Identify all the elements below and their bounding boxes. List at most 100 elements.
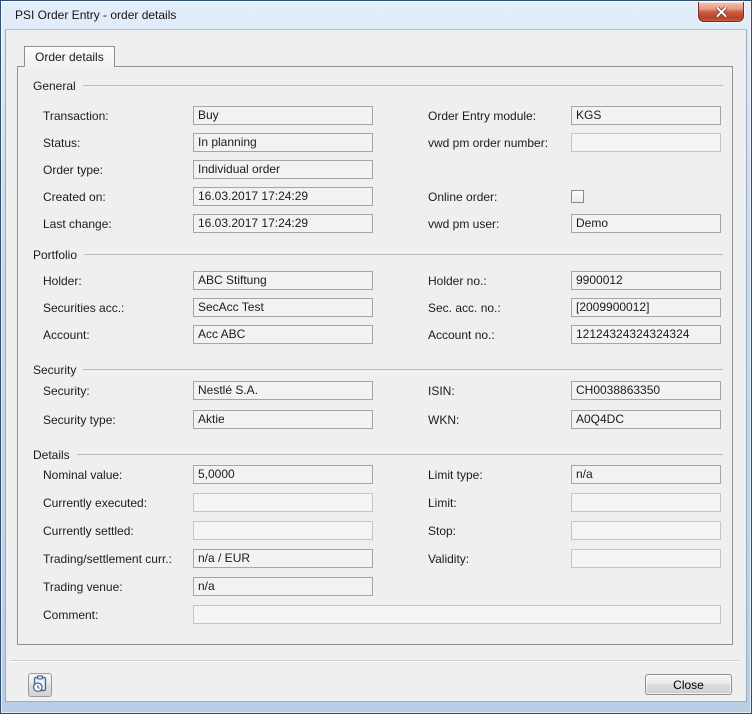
transaction-field[interactable]: Buy — [193, 106, 373, 125]
vwd-pm-order-number-field — [571, 133, 721, 152]
security-type-field[interactable]: Aktie — [193, 410, 373, 429]
form-row: Transaction: Buy Order Entry module: KGS — [18, 106, 732, 125]
securities-acc-label: Securities acc.: — [43, 301, 193, 315]
account-no-field[interactable]: 12124324324324324 — [571, 325, 721, 344]
order-type-label: Order type: — [43, 163, 193, 177]
vwd-pm-user-label: vwd pm user: — [428, 217, 571, 231]
nominal-value-label: Nominal value: — [43, 468, 193, 482]
last-change-label: Last change: — [43, 217, 193, 231]
created-on-field[interactable]: 16.03.2017 17:24:29 — [193, 187, 373, 206]
last-change-field[interactable]: 16.03.2017 17:24:29 — [193, 214, 373, 233]
limit-label: Limit: — [428, 496, 571, 510]
order-entry-module-label: Order Entry module: — [428, 109, 571, 123]
form-row: Comment: — [18, 605, 732, 624]
form-row: Holder: ABC Stiftung Holder no.: 9900012 — [18, 271, 732, 290]
status-label: Status: — [43, 136, 193, 150]
holder-no-field[interactable]: 9900012 — [571, 271, 721, 290]
group-header-security: Security — [33, 363, 723, 376]
currently-settled-label: Currently settled: — [43, 524, 193, 538]
currently-executed-label: Currently executed: — [43, 496, 193, 510]
group-title: Security — [33, 363, 76, 377]
validity-field — [571, 549, 721, 568]
group-divider — [83, 85, 723, 86]
trading-venue-label: Trading venue: — [43, 580, 193, 594]
limit-type-field[interactable]: n/a — [571, 465, 721, 484]
close-button-label: Close — [673, 678, 704, 692]
vwd-pm-user-field[interactable]: Demo — [571, 214, 721, 233]
stop-label: Stop: — [428, 524, 571, 538]
account-label: Account: — [43, 328, 193, 342]
order-details-tabpage: General Transaction: Buy Order Entry mod… — [17, 66, 733, 645]
group-header-details: Details — [33, 448, 723, 461]
section-general: General Transaction: Buy Order Entry mod… — [18, 79, 732, 241]
dialog-window: PSI Order Entry - order details Order de… — [0, 0, 752, 714]
isin-label: ISIN: — [428, 384, 571, 398]
sec-acc-no-field[interactable]: [2009900012] — [571, 298, 721, 317]
group-divider — [84, 254, 723, 255]
form-row: Account: Acc ABC Account no.: 1212432432… — [18, 325, 732, 344]
titlebar: PSI Order Entry - order details — [1, 1, 751, 29]
security-field[interactable]: Nestlé S.A. — [193, 381, 373, 400]
close-button[interactable]: Close — [645, 674, 732, 695]
group-header-general: General — [33, 79, 723, 92]
wkn-field[interactable]: A0Q4DC — [571, 410, 721, 429]
stop-field — [571, 521, 721, 540]
trading-settlement-curr-label: Trading/settlement curr.: — [43, 552, 193, 566]
section-security: Security Security: Nestlé S.A. ISIN: CH0… — [18, 363, 732, 439]
form-row: Security: Nestlé S.A. ISIN: CH0038863350 — [18, 381, 732, 400]
tab-order-details[interactable]: Order details — [24, 46, 115, 67]
form-row: Nominal value: 5,0000 Limit type: n/a — [18, 465, 732, 484]
online-order-label: Online order: — [428, 190, 571, 204]
online-order-checkbox[interactable] — [571, 190, 584, 203]
comment-field — [193, 605, 721, 624]
trading-settlement-curr-field[interactable]: n/a / EUR — [193, 549, 373, 568]
holder-field[interactable]: ABC Stiftung — [193, 271, 373, 290]
group-header-portfolio: Portfolio — [33, 248, 723, 261]
limit-field — [571, 493, 721, 512]
limit-type-label: Limit type: — [428, 468, 571, 482]
isin-field[interactable]: CH0038863350 — [571, 381, 721, 400]
nominal-value-field[interactable]: 5,0000 — [193, 465, 373, 484]
dialog-body: Order details General Transaction: Buy O… — [5, 29, 747, 702]
window-close-button[interactable] — [698, 2, 744, 22]
protocol-button[interactable] — [28, 673, 52, 697]
form-row: Last change: 16.03.2017 17:24:29 vwd pm … — [18, 214, 732, 233]
form-row: Currently executed: Limit: — [18, 493, 732, 512]
tab-label: Order details — [35, 50, 104, 64]
comment-label: Comment: — [43, 608, 193, 622]
created-on-label: Created on: — [43, 190, 193, 204]
status-field[interactable]: In planning — [193, 133, 373, 152]
section-portfolio: Portfolio Holder: ABC Stiftung Holder no… — [18, 248, 732, 352]
group-title: Details — [33, 448, 70, 462]
securities-acc-field[interactable]: SecAcc Test — [193, 298, 373, 317]
account-field[interactable]: Acc ABC — [193, 325, 373, 344]
currently-settled-field — [193, 521, 373, 540]
form-row: Securities acc.: SecAcc Test Sec. acc. n… — [18, 298, 732, 317]
form-row: Status: In planning vwd pm order number: — [18, 133, 732, 152]
security-label: Security: — [43, 384, 193, 398]
form-row: Security type: Aktie WKN: A0Q4DC — [18, 410, 732, 429]
clipboard-history-icon — [32, 675, 49, 696]
order-entry-module-field[interactable]: KGS — [571, 106, 721, 125]
wkn-label: WKN: — [428, 413, 571, 427]
window-title: PSI Order Entry - order details — [15, 8, 176, 22]
transaction-label: Transaction: — [43, 109, 193, 123]
security-type-label: Security type: — [43, 413, 193, 427]
sec-acc-no-label: Sec. acc. no.: — [428, 301, 571, 315]
group-divider — [83, 369, 723, 370]
form-row: Created on: 16.03.2017 17:24:29 Online o… — [18, 187, 732, 206]
order-type-field[interactable]: Individual order — [193, 160, 373, 179]
holder-label: Holder: — [43, 274, 193, 288]
group-title: Portfolio — [33, 248, 77, 262]
form-row: Trading venue: n/a — [18, 577, 732, 596]
currently-executed-field — [193, 493, 373, 512]
group-title: General — [33, 79, 76, 93]
trading-venue-field[interactable]: n/a — [193, 577, 373, 596]
account-no-label: Account no.: — [428, 328, 571, 342]
form-row: Currently settled: Stop: — [18, 521, 732, 540]
close-x-icon — [716, 7, 727, 17]
section-details: Details Nominal value: 5,0000 Limit type… — [18, 448, 732, 633]
form-row: Order type: Individual order — [18, 160, 732, 179]
validity-label: Validity: — [428, 552, 571, 566]
footer-divider — [10, 660, 740, 662]
